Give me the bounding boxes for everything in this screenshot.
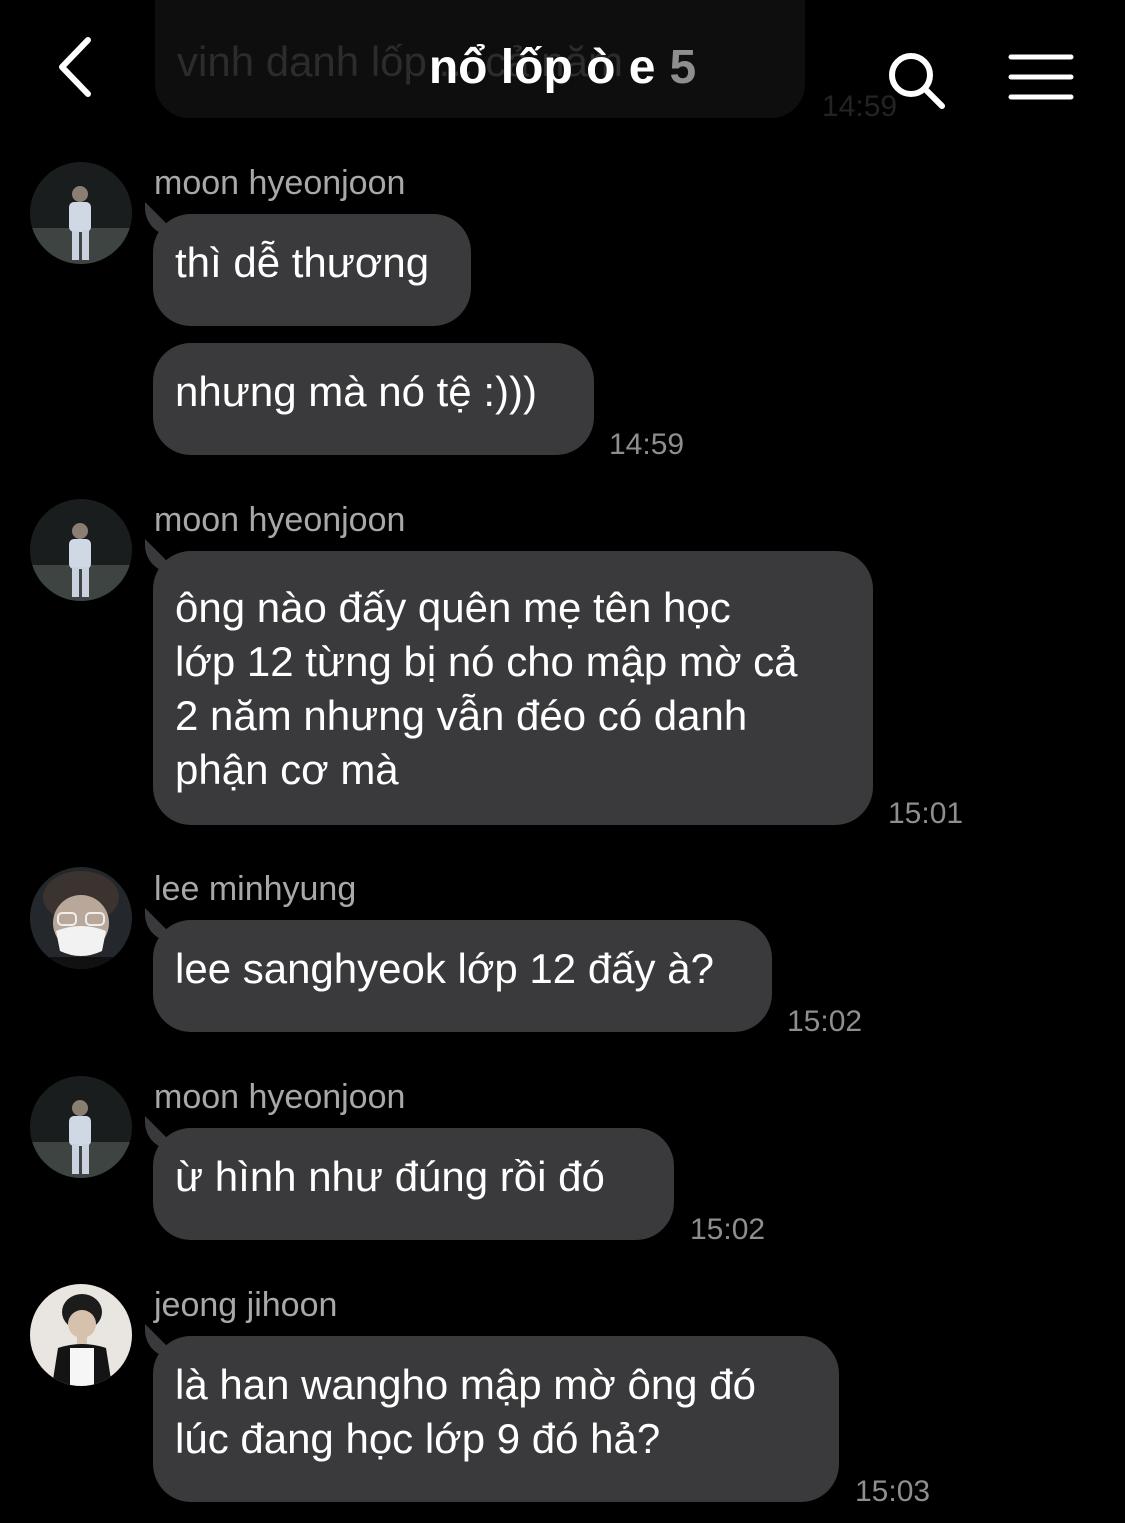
person-photo-icon <box>30 162 132 264</box>
sender-name: moon hyeonjoon <box>154 1078 406 1116</box>
search-button[interactable] <box>886 50 948 112</box>
sender-name: lee minhyung <box>154 870 357 908</box>
menu-button[interactable] <box>1008 52 1074 104</box>
avatar-jeong-jihoon[interactable] <box>30 1284 132 1386</box>
message-bubble[interactable]: thì dễ thương <box>153 214 471 326</box>
message-timestamp: 15:02 <box>690 1213 766 1246</box>
message-timestamp: 14:59 <box>609 428 685 461</box>
group-name: nổ lốp ò e <box>428 41 656 94</box>
person-photo-icon <box>30 867 132 969</box>
avatar-moon-hyeonjoon[interactable] <box>30 162 132 264</box>
person-photo-icon <box>30 1284 132 1386</box>
sender-name: jeong jihoon <box>154 1286 338 1324</box>
message-timestamp: 15:03 <box>855 1475 931 1508</box>
message-timestamp: 15:01 <box>888 797 964 830</box>
avatar-lee-minhyung[interactable] <box>30 867 132 969</box>
sender-name: moon hyeonjoon <box>154 164 406 202</box>
person-photo-icon <box>30 499 132 601</box>
message-timestamp: 15:02 <box>787 1005 863 1038</box>
avatar-moon-hyeonjoon[interactable] <box>30 1076 132 1178</box>
chat-title[interactable]: nổ lốp ò e5 <box>0 40 1125 95</box>
search-icon <box>889 53 945 109</box>
message-bubble[interactable]: là han wangho mập mờ ông đó lúc đang học… <box>153 1336 839 1502</box>
chat-header: nổ lốp ò e5 <box>0 0 1125 140</box>
hamburger-menu-icon <box>1008 54 1074 100</box>
message-bubble[interactable]: ừ hình như đúng rồi đó <box>153 1128 674 1240</box>
member-count: 5 <box>669 41 697 94</box>
avatar-moon-hyeonjoon[interactable] <box>30 499 132 601</box>
person-photo-icon <box>30 1076 132 1178</box>
message-bubble[interactable]: nhưng mà nó tệ :))) <box>153 343 594 455</box>
sender-name: moon hyeonjoon <box>154 501 406 539</box>
message-bubble[interactable]: ông nào đấy quên mẹ tên học lớp 12 từng … <box>153 551 873 825</box>
message-bubble[interactable]: lee sanghyeok lớp 12 đấy à? <box>153 920 772 1032</box>
